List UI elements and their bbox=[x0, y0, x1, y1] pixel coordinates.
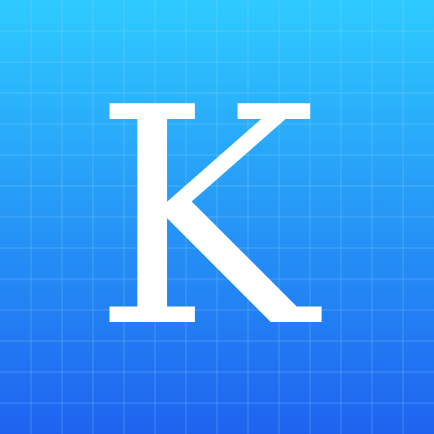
letter-k-text: K bbox=[93, 44, 323, 393]
letter-glyph: K bbox=[93, 44, 323, 393]
app-icon: K bbox=[0, 0, 434, 434]
